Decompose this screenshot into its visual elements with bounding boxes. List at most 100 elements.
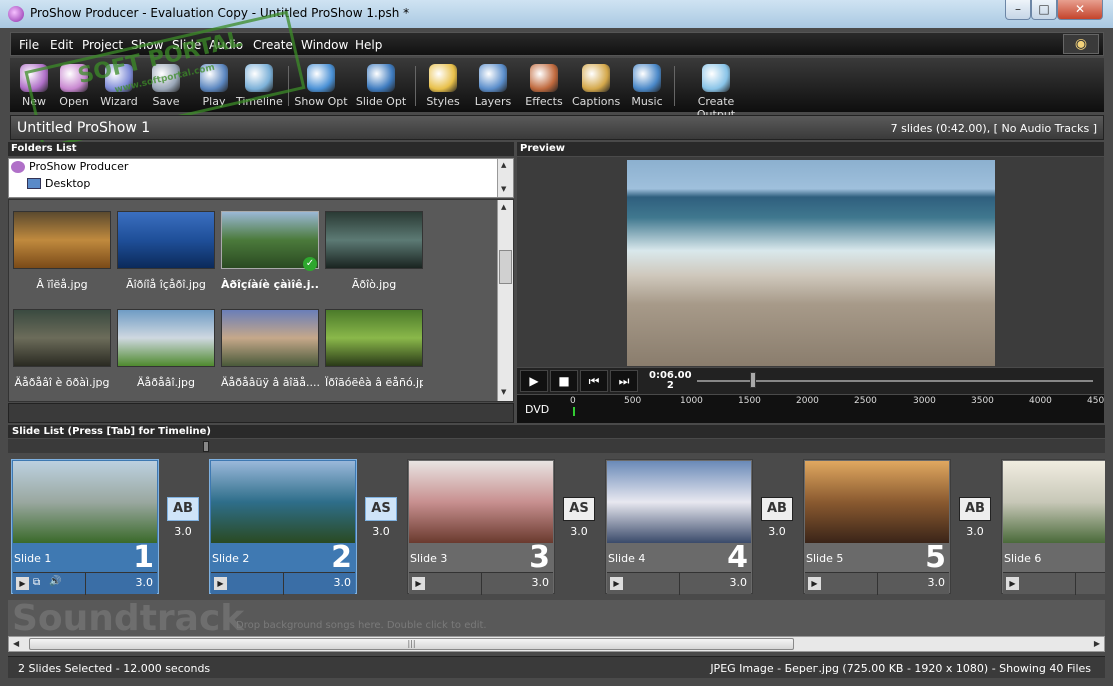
transition-icon: AB: [167, 497, 199, 521]
tree-item-proshow[interactable]: ProShow Producer: [29, 160, 128, 173]
slide-item-5[interactable]: Slide 5 5 ▶ 3.0: [803, 459, 951, 595]
slide-name: Slide 2: [212, 552, 250, 565]
file-thumbnail[interactable]: Ãîðíîå îçåðî.jpg: [117, 211, 215, 291]
slide-play-icon[interactable]: ▶: [412, 577, 425, 590]
minimize-button[interactable]: –: [1005, 0, 1031, 20]
scroll-thumb[interactable]: [499, 250, 512, 284]
menu-project[interactable]: Project: [82, 38, 123, 52]
toolbar-layers[interactable]: Layers: [472, 60, 514, 108]
zoom-thumb[interactable]: [203, 441, 209, 452]
toolbar-captions[interactable]: Captions: [572, 60, 620, 108]
menu-edit[interactable]: Edit: [50, 38, 73, 52]
transition-duration[interactable]: 3.0: [759, 525, 795, 538]
scroll-up-icon[interactable]: ▲: [501, 203, 506, 211]
scrub-track[interactable]: [697, 380, 1093, 382]
toolbar-create-output[interactable]: Create Output: [680, 60, 752, 121]
slide-duration[interactable]: 3.0: [928, 576, 946, 589]
toolbar-effects[interactable]: Effects: [522, 60, 566, 108]
slide-list-scrollbar[interactable]: ◀ ||| ▶: [8, 636, 1105, 652]
slide-duration[interactable]: 3.0: [730, 576, 748, 589]
transition-duration[interactable]: 3.0: [165, 525, 201, 538]
slide-name: Slide 3: [410, 552, 448, 565]
slide-play-icon[interactable]: ▶: [214, 577, 227, 590]
slide-item-3[interactable]: Slide 3 3 ▶ 3.0: [407, 459, 555, 595]
slide-zoom-bar[interactable]: [8, 439, 1105, 453]
toolbar-show-options[interactable]: Show Opt: [294, 60, 348, 108]
scroll-down-icon[interactable]: ▼: [501, 185, 506, 193]
file-thumbnail[interactable]: Ïðîãóëêà â ëåñó.jpg: [325, 309, 423, 389]
file-image: [221, 309, 319, 367]
scroll-left-icon[interactable]: ◀: [13, 639, 19, 648]
toolbar-save[interactable]: Save: [148, 60, 184, 108]
folders-list-header: Folders List: [8, 142, 514, 156]
file-name: Ãîðíîå îçåðî.jpg: [126, 278, 206, 291]
toolbar-timeline[interactable]: Timeline: [236, 60, 283, 108]
maximize-button[interactable]: □: [1031, 0, 1057, 20]
create-output-icon: [702, 64, 730, 92]
menu-audio[interactable]: Audio: [209, 38, 243, 52]
slide-item-1[interactable]: Slide 1 1 ▶ ⧉ 🔊 3.0: [11, 459, 159, 595]
file-image: [117, 309, 215, 367]
slide-duration[interactable]: 3.0: [532, 576, 550, 589]
menu-help[interactable]: Help: [355, 38, 382, 52]
scroll-up-icon[interactable]: ▲: [501, 161, 506, 169]
transition-duration[interactable]: 3.0: [957, 525, 993, 538]
scroll-thumb[interactable]: |||: [29, 638, 794, 650]
folder-tree-scrollbar[interactable]: ▲ ▼: [497, 159, 513, 197]
slide-play-icon[interactable]: ▶: [16, 577, 29, 590]
slide-list: Slide 1 1 ▶ ⧉ 🔊 3.0 AB 3.0 Slide 2 2 ▶ 3.0 AS…: [8, 454, 1105, 602]
file-thumbnail[interactable]: Äåðåâî.jpg: [117, 309, 215, 389]
transition-icon: AB: [761, 497, 793, 521]
show-title[interactable]: Untitled ProShow 1: [17, 120, 150, 136]
transition-duration[interactable]: 3.0: [363, 525, 399, 538]
slide-item-2[interactable]: Slide 2 2 ▶ 3.0: [209, 459, 357, 595]
slide-duration[interactable]: 3.0: [136, 576, 154, 589]
soundtrack-area[interactable]: Soundtrack Drop background songs here. D…: [8, 598, 1105, 639]
scrub-thumb[interactable]: [750, 372, 756, 388]
file-thumbnail[interactable]: ✓ Àðîçíàíè çàìîê.j...: [221, 211, 319, 291]
menu-show[interactable]: Show: [131, 38, 163, 52]
transition-5[interactable]: AB 3.0: [957, 497, 993, 543]
file-thumbnail[interactable]: Äåðåâüÿ â âîäå....: [221, 309, 319, 389]
slide-play-icon[interactable]: ▶: [1006, 577, 1019, 590]
file-thumbnail[interactable]: Â ïîëå.jpg: [13, 211, 111, 291]
timecode-display: 0:06.00 2: [649, 370, 692, 391]
file-thumbnail[interactable]: Äåðåâî è õðàì.jpg: [13, 309, 111, 389]
slide-item-4[interactable]: Slide 4 4 ▶ 3.0: [605, 459, 753, 595]
slide-duration[interactable]: 3.0: [334, 576, 352, 589]
scroll-down-icon[interactable]: ▼: [501, 388, 506, 396]
menu-slide[interactable]: Slide: [172, 38, 201, 52]
transition-4[interactable]: AB 3.0: [759, 497, 795, 543]
file-name: Äåðåâî.jpg: [136, 376, 196, 389]
play-button[interactable]: ▶: [520, 370, 548, 392]
next-button[interactable]: ⏭: [610, 370, 638, 392]
transition-3[interactable]: AS 3.0: [561, 497, 597, 543]
tree-item-desktop[interactable]: Desktop: [45, 177, 90, 190]
toolbar-styles[interactable]: Styles: [422, 60, 464, 108]
toolbar-play[interactable]: Play: [196, 60, 232, 108]
ruler-tick: 1000: [680, 396, 703, 406]
transition-duration[interactable]: 3.0: [561, 525, 597, 538]
toolbar-new[interactable]: New: [16, 60, 52, 108]
file-thumbnail[interactable]: Ãðîò.jpg: [325, 211, 423, 291]
slide-play-icon[interactable]: ▶: [808, 577, 821, 590]
file-grid-scrollbar[interactable]: ▲ ▼: [497, 200, 513, 401]
toolbar-open[interactable]: Open: [56, 60, 92, 108]
scroll-right-icon[interactable]: ▶: [1094, 639, 1100, 648]
previous-button[interactable]: ⏮: [580, 370, 608, 392]
toolbar-slide-options[interactable]: Slide Opt: [354, 60, 408, 108]
transition-1[interactable]: AB 3.0: [165, 497, 201, 543]
slide-footer: ▶: [1003, 572, 1105, 595]
toolbar-wizard[interactable]: Wizard: [97, 60, 141, 108]
transition-2[interactable]: AS 3.0: [363, 497, 399, 543]
menu-file[interactable]: File: [19, 38, 39, 52]
slide-play-icon[interactable]: ▶: [610, 577, 623, 590]
menu-window[interactable]: Window: [301, 38, 348, 52]
menu-create[interactable]: Create: [253, 38, 293, 52]
slide-item-6[interactable]: Slide 6 ▶: [1001, 459, 1105, 595]
layers-icon: [479, 64, 507, 92]
toolbar-music[interactable]: Music: [626, 60, 668, 108]
stop-button[interactable]: ■: [550, 370, 578, 392]
preview-panel: [517, 157, 1104, 367]
close-button[interactable]: ✕: [1057, 0, 1103, 20]
